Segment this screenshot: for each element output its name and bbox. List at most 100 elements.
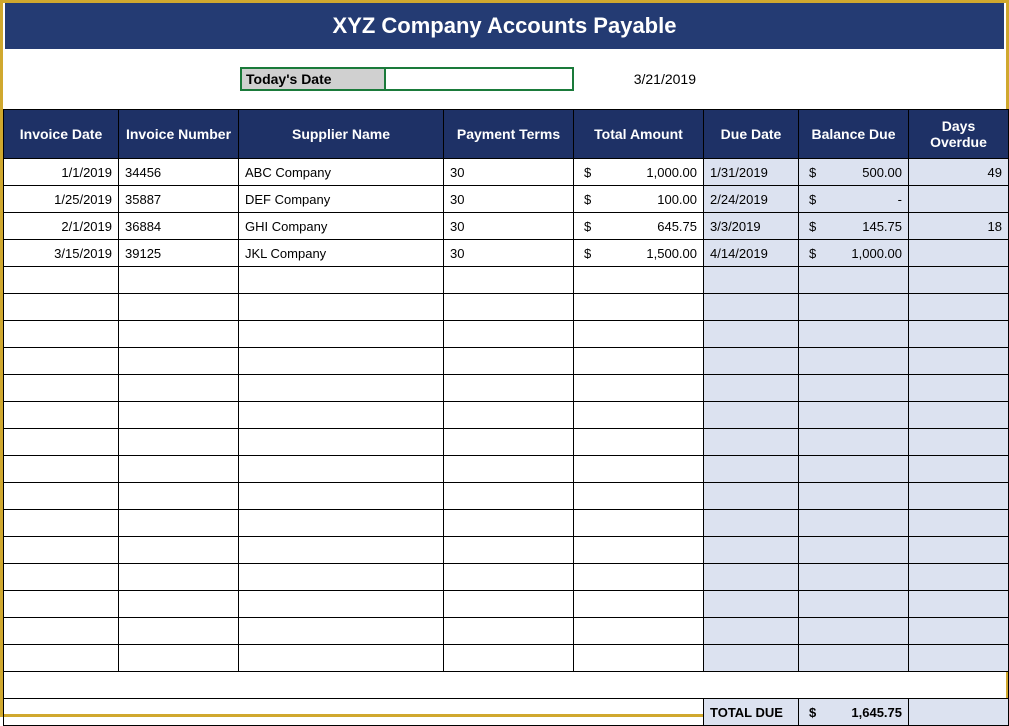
cell-balance-due[interactable]: $500.00 xyxy=(799,159,909,186)
cell-invoice-number[interactable]: 39125 xyxy=(119,240,239,267)
cell-invoice-date[interactable] xyxy=(4,456,119,483)
cell-balance-due[interactable]: $145.75 xyxy=(799,213,909,240)
cell-total-amount[interactable]: $100.00 xyxy=(574,186,704,213)
table-row[interactable] xyxy=(4,645,1009,672)
cell-balance-due[interactable] xyxy=(799,348,909,375)
cell-supplier[interactable] xyxy=(239,483,444,510)
cell-terms[interactable] xyxy=(444,348,574,375)
cell-supplier[interactable] xyxy=(239,564,444,591)
cell-supplier[interactable] xyxy=(239,375,444,402)
cell-supplier[interactable]: ABC Company xyxy=(239,159,444,186)
cell-days-overdue[interactable] xyxy=(909,537,1009,564)
cell-supplier[interactable] xyxy=(239,429,444,456)
cell-days-overdue[interactable] xyxy=(909,645,1009,672)
cell-invoice-number[interactable] xyxy=(119,591,239,618)
cell-invoice-number[interactable] xyxy=(119,618,239,645)
cell-supplier[interactable]: DEF Company xyxy=(239,186,444,213)
cell-terms[interactable]: 30 xyxy=(444,159,574,186)
cell-invoice-number[interactable]: 36884 xyxy=(119,213,239,240)
cell-invoice-date[interactable] xyxy=(4,375,119,402)
cell-terms[interactable] xyxy=(444,483,574,510)
cell-days-overdue[interactable] xyxy=(909,564,1009,591)
table-row[interactable] xyxy=(4,375,1009,402)
cell-invoice-number[interactable] xyxy=(119,402,239,429)
cell-balance-due[interactable] xyxy=(799,429,909,456)
cell-days-overdue[interactable] xyxy=(909,375,1009,402)
cell-balance-due[interactable] xyxy=(799,402,909,429)
cell-due-date[interactable] xyxy=(704,294,799,321)
table-row[interactable] xyxy=(4,294,1009,321)
cell-balance-due[interactable] xyxy=(799,483,909,510)
cell-balance-due[interactable] xyxy=(799,456,909,483)
cell-invoice-date[interactable]: 1/25/2019 xyxy=(4,186,119,213)
cell-days-overdue[interactable] xyxy=(909,456,1009,483)
cell-balance-due[interactable] xyxy=(799,321,909,348)
cell-total-amount[interactable] xyxy=(574,510,704,537)
cell-days-overdue[interactable] xyxy=(909,510,1009,537)
cell-total-amount[interactable] xyxy=(574,294,704,321)
cell-balance-due[interactable] xyxy=(799,591,909,618)
cell-invoice-date[interactable] xyxy=(4,348,119,375)
cell-total-amount[interactable] xyxy=(574,483,704,510)
cell-total-amount[interactable] xyxy=(574,348,704,375)
cell-invoice-date[interactable] xyxy=(4,429,119,456)
cell-total-amount[interactable] xyxy=(574,564,704,591)
cell-invoice-number[interactable]: 35887 xyxy=(119,186,239,213)
cell-invoice-number[interactable] xyxy=(119,429,239,456)
cell-due-date[interactable]: 1/31/2019 xyxy=(704,159,799,186)
cell-terms[interactable] xyxy=(444,591,574,618)
cell-terms[interactable] xyxy=(444,618,574,645)
cell-terms[interactable] xyxy=(444,429,574,456)
cell-balance-due[interactable] xyxy=(799,564,909,591)
cell-due-date[interactable] xyxy=(704,348,799,375)
cell-invoice-number[interactable] xyxy=(119,645,239,672)
cell-days-overdue[interactable] xyxy=(909,240,1009,267)
table-row[interactable] xyxy=(4,618,1009,645)
cell-invoice-date[interactable] xyxy=(4,510,119,537)
cell-days-overdue[interactable] xyxy=(909,591,1009,618)
cell-due-date[interactable] xyxy=(704,375,799,402)
table-row[interactable] xyxy=(4,429,1009,456)
cell-balance-due[interactable] xyxy=(799,294,909,321)
table-row[interactable] xyxy=(4,537,1009,564)
table-row[interactable]: 3/15/201939125JKL Company30$1,500.004/14… xyxy=(4,240,1009,267)
cell-total-amount[interactable]: $645.75 xyxy=(574,213,704,240)
cell-due-date[interactable] xyxy=(704,645,799,672)
cell-days-overdue[interactable]: 49 xyxy=(909,159,1009,186)
cell-days-overdue[interactable] xyxy=(909,618,1009,645)
cell-invoice-date[interactable] xyxy=(4,294,119,321)
cell-total-amount[interactable] xyxy=(574,267,704,294)
cell-due-date[interactable]: 4/14/2019 xyxy=(704,240,799,267)
table-row[interactable]: 2/1/201936884GHI Company30$645.753/3/201… xyxy=(4,213,1009,240)
cell-total-amount[interactable]: $1,500.00 xyxy=(574,240,704,267)
cell-supplier[interactable] xyxy=(239,402,444,429)
cell-supplier[interactable] xyxy=(239,537,444,564)
cell-total-amount[interactable] xyxy=(574,456,704,483)
cell-supplier[interactable] xyxy=(239,591,444,618)
cell-due-date[interactable] xyxy=(704,591,799,618)
cell-total-amount[interactable] xyxy=(574,591,704,618)
cell-terms[interactable]: 30 xyxy=(444,186,574,213)
cell-invoice-number[interactable] xyxy=(119,456,239,483)
table-row[interactable] xyxy=(4,456,1009,483)
table-row[interactable] xyxy=(4,402,1009,429)
cell-terms[interactable] xyxy=(444,645,574,672)
cell-days-overdue[interactable] xyxy=(909,294,1009,321)
cell-supplier[interactable] xyxy=(239,321,444,348)
cell-supplier[interactable]: JKL Company xyxy=(239,240,444,267)
table-row[interactable] xyxy=(4,564,1009,591)
cell-balance-due[interactable] xyxy=(799,267,909,294)
cell-invoice-date[interactable] xyxy=(4,645,119,672)
cell-due-date[interactable] xyxy=(704,537,799,564)
cell-total-amount[interactable] xyxy=(574,402,704,429)
cell-invoice-number[interactable]: 34456 xyxy=(119,159,239,186)
cell-due-date[interactable] xyxy=(704,618,799,645)
cell-total-amount[interactable] xyxy=(574,321,704,348)
cell-days-overdue[interactable] xyxy=(909,429,1009,456)
cell-supplier[interactable] xyxy=(239,510,444,537)
cell-invoice-number[interactable] xyxy=(119,348,239,375)
cell-days-overdue[interactable] xyxy=(909,321,1009,348)
cell-supplier[interactable] xyxy=(239,294,444,321)
cell-terms[interactable]: 30 xyxy=(444,240,574,267)
cell-days-overdue[interactable] xyxy=(909,267,1009,294)
